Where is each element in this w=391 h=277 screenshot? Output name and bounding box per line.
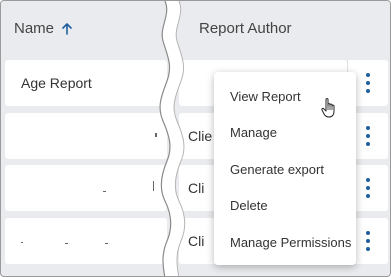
- redaction-mark: [65, 243, 68, 244]
- hand-pointer-cursor-icon: [321, 98, 335, 118]
- menu-item-manage[interactable]: Manage: [214, 115, 356, 152]
- row-author-cell: Clie: [188, 128, 213, 144]
- column-header-name-label: Name: [14, 20, 55, 37]
- menu-item-manage-permissions[interactable]: Manage Permissions: [214, 224, 356, 261]
- menu-item-generate-export[interactable]: Generate export: [214, 151, 356, 188]
- table-row[interactable]: Age Report: [5, 60, 167, 106]
- arrow-up-icon: [62, 22, 72, 35]
- table-header-left: Name: [1, 1, 173, 57]
- torn-edge-divider: [159, 1, 186, 276]
- column-header-name[interactable]: Name: [14, 20, 74, 37]
- redaction-mark: [21, 242, 23, 243]
- report-table-frame: Name Report Author Age Report Clie Cli C…: [0, 0, 391, 277]
- column-header-report-author[interactable]: Report Author: [199, 20, 292, 37]
- table-row[interactable]: [5, 165, 167, 211]
- table-header-right: Report Author: [177, 1, 390, 57]
- kebab-menu-icon[interactable]: [365, 178, 371, 198]
- table-row[interactable]: [5, 113, 167, 159]
- kebab-menu-icon[interactable]: [365, 231, 371, 251]
- menu-item-delete[interactable]: Delete: [214, 188, 356, 225]
- row-name-cell: Age Report: [21, 75, 92, 91]
- redaction-mark: [103, 191, 106, 192]
- table-row[interactable]: [5, 218, 167, 264]
- redaction-mark: [105, 243, 108, 244]
- kebab-menu-icon[interactable]: [365, 126, 371, 146]
- kebab-menu-icon[interactable]: [365, 73, 371, 93]
